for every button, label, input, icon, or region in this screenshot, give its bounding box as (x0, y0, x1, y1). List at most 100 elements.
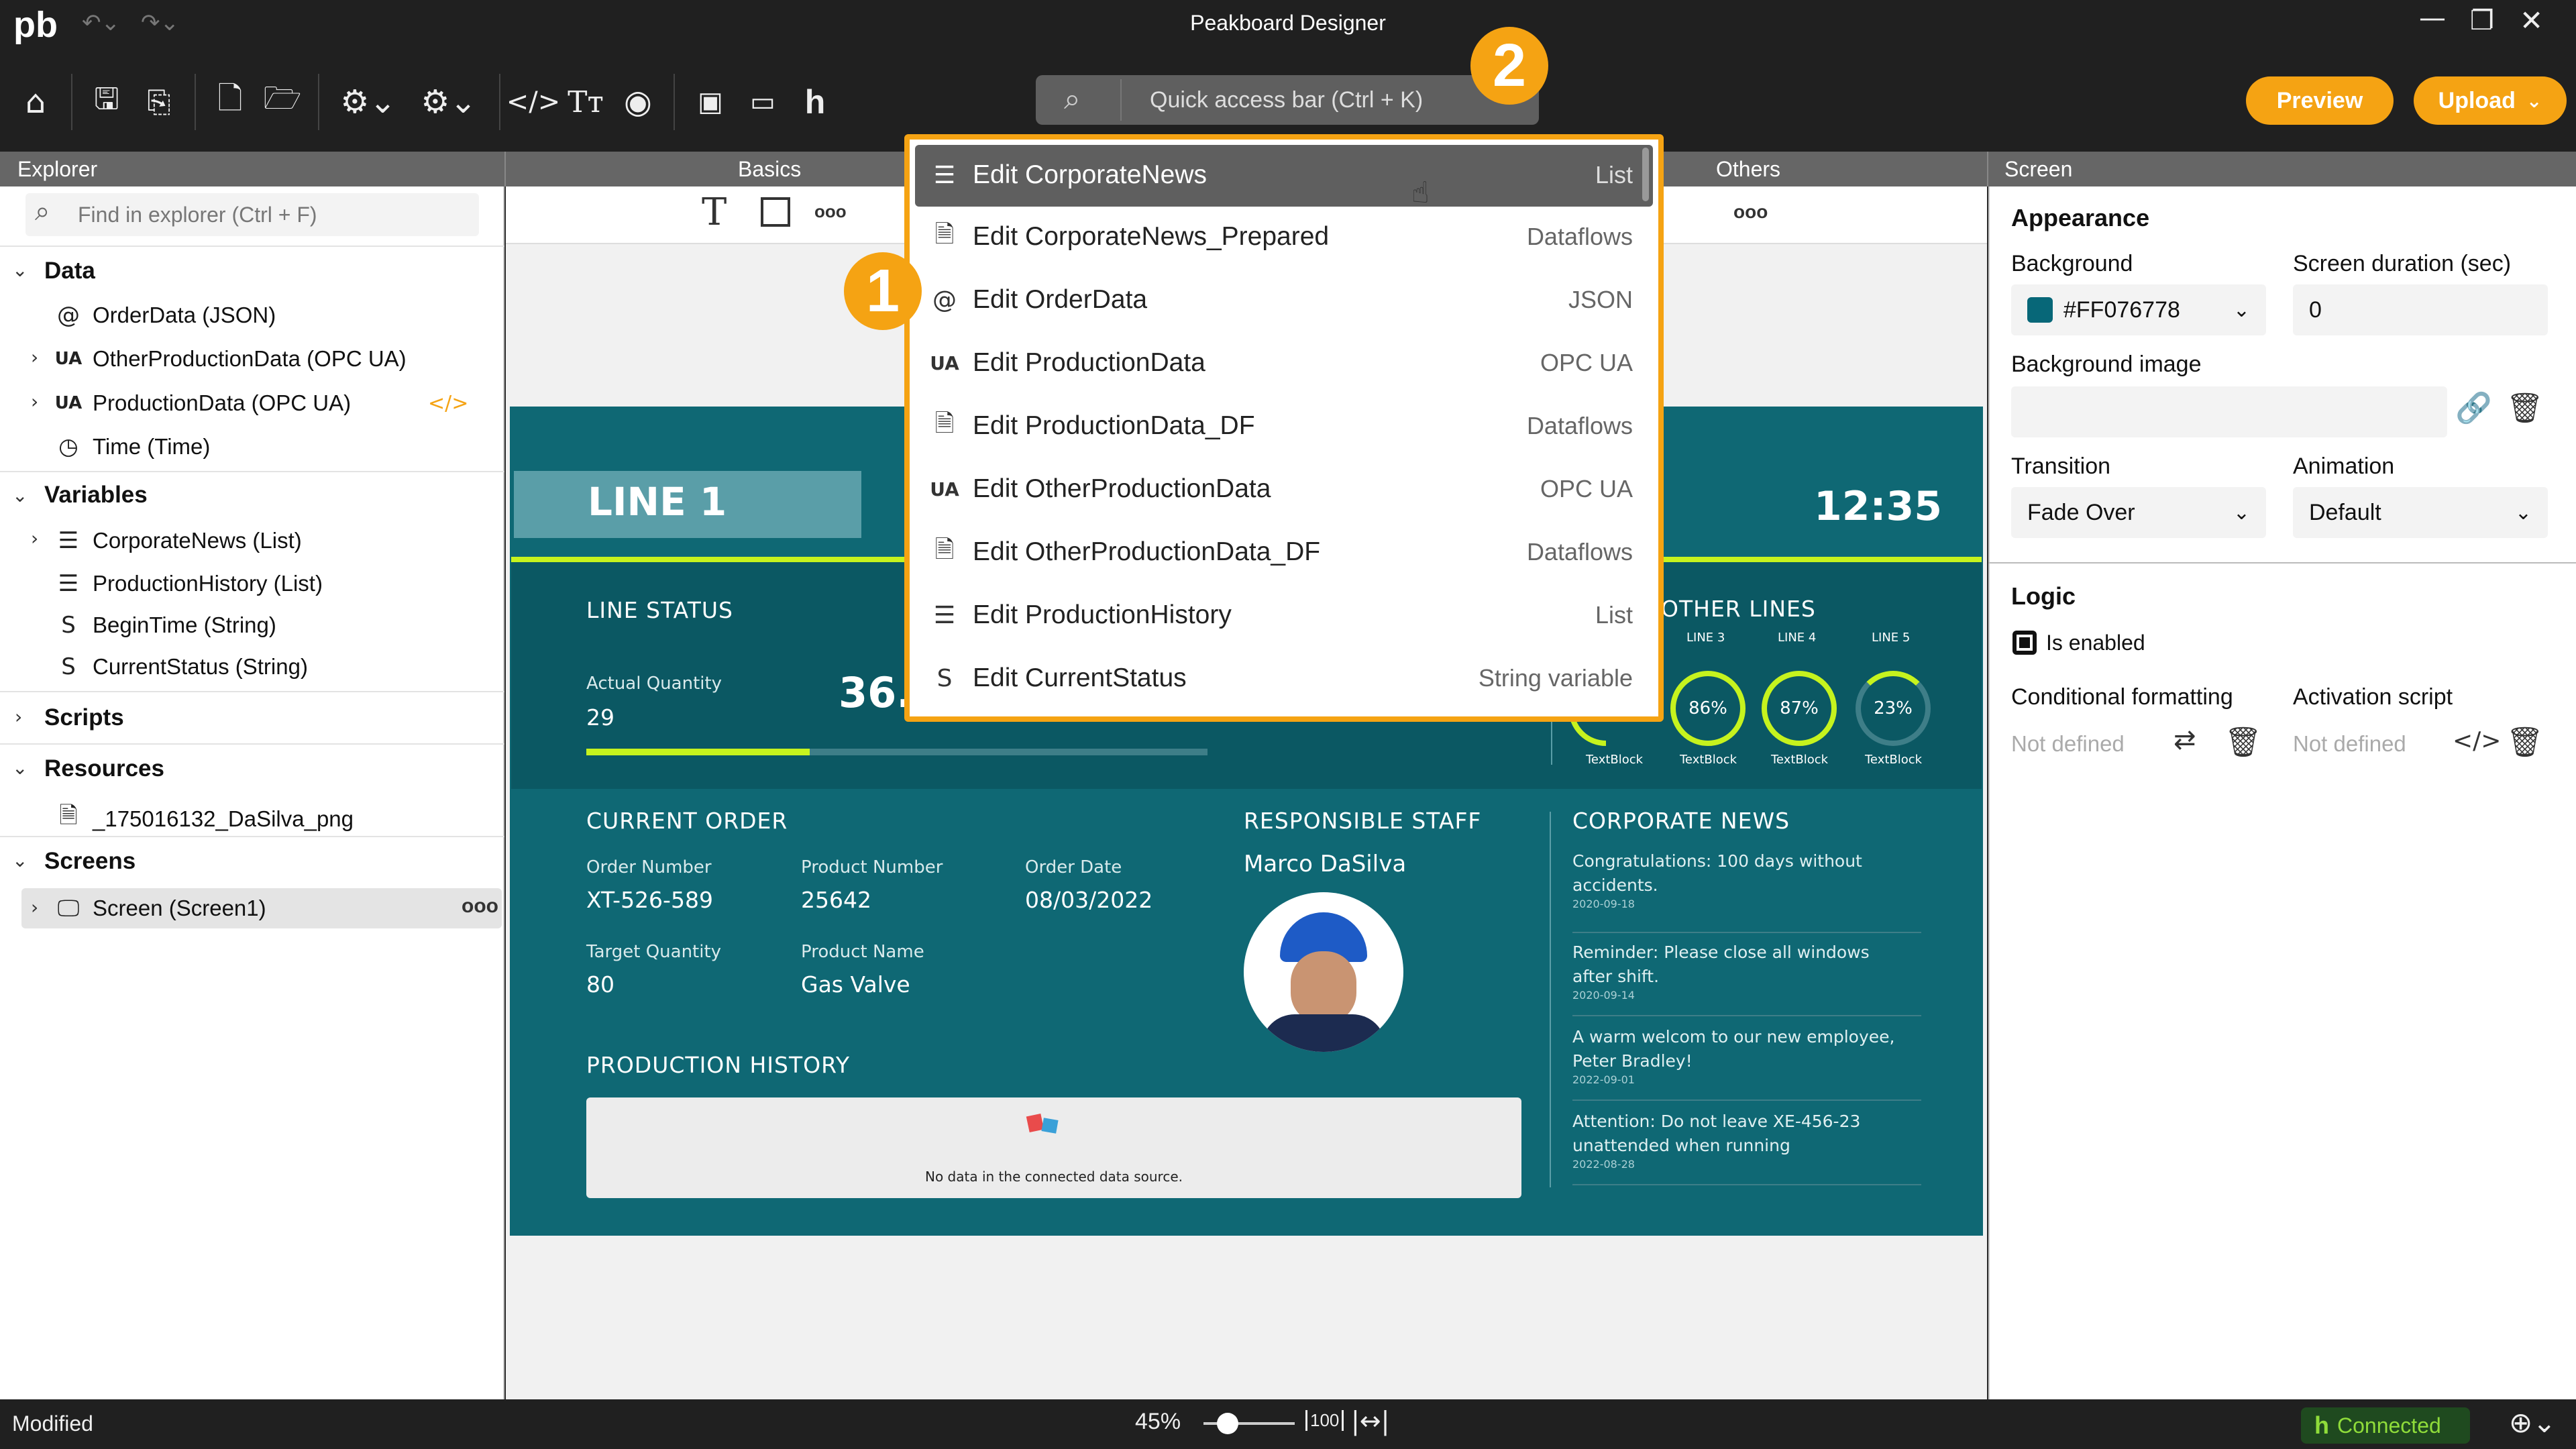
duration-input[interactable]: 0 (2293, 284, 2548, 335)
save-as-icon[interactable]: ⎘ (136, 83, 182, 121)
popup-item[interactable]: UA Edit ProductionData OPC UA (910, 334, 1648, 392)
opcua-icon: UA (930, 478, 959, 500)
chevron-down-icon[interactable]: ⌄ (12, 849, 28, 871)
data-item[interactable]: ◷ Time (Time) (54, 433, 210, 460)
bgimage-input[interactable] (2011, 386, 2447, 437)
trash-icon[interactable]: 🗑 (2506, 390, 2544, 425)
edge-icon[interactable]: ▭ (739, 83, 786, 121)
gauge-partial-caption: TextBlock (1586, 753, 1644, 767)
news-item: A warm welcom to our new employee, Peter… (1572, 1025, 1921, 1101)
link-icon[interactable]: 🔗 (2455, 390, 2492, 425)
more-others-icon[interactable]: ooo (1733, 201, 1768, 223)
enabled-label: Is enabled (2046, 631, 2145, 655)
resources-section-label: Resources (44, 755, 164, 782)
chevron-down-icon[interactable]: ⌄ (12, 484, 28, 506)
zoom-100-icon[interactable]: 100 (1305, 1410, 1344, 1431)
gauge-caption: TextBlock (1680, 753, 1737, 767)
device-icon[interactable]: ▣ (687, 83, 734, 121)
resources-section[interactable]: Resources (44, 755, 164, 782)
open-folder-icon[interactable]: 🗁 (259, 80, 306, 121)
screens-section[interactable]: Screens (44, 848, 136, 875)
chevron-right-icon[interactable]: › (31, 390, 38, 413)
resource-item[interactable]: 🗎 _175016132_DaSilva_png (54, 800, 354, 838)
divider (0, 691, 504, 692)
script-attached-icon[interactable]: </> (428, 392, 468, 415)
data-section[interactable]: Data (44, 258, 95, 284)
hub-icon[interactable]: h (792, 83, 839, 121)
upload-label: Upload (2438, 87, 2516, 113)
connection-status[interactable]: h Connected (2301, 1407, 2470, 1444)
restore-icon[interactable]: ❐ (2470, 5, 2494, 36)
chevron-down-icon[interactable]: ⌄ (12, 757, 28, 779)
more-controls-icon[interactable]: ooo (814, 201, 847, 222)
chevron-right-icon[interactable]: › (31, 896, 38, 918)
text-style-icon[interactable]: Tт (562, 83, 609, 121)
trash-icon[interactable]: 🗑 (2224, 724, 2262, 759)
transition-dropdown[interactable]: Fade Over ⌄ (2011, 487, 2266, 538)
chevron-right-icon[interactable]: › (31, 527, 38, 549)
palette-icon[interactable]: ◉ (614, 83, 661, 121)
screen-item[interactable]: 🖵 Screen (Screen1) (54, 895, 266, 922)
news-date: 2022-08-28 (1572, 1158, 1635, 1171)
variables-section[interactable]: Variables (44, 482, 148, 508)
script-icon[interactable]: </> (506, 83, 561, 121)
data-item[interactable]: UA ProductionData (OPC UA) (54, 390, 351, 416)
popup-item[interactable]: 🗎 Edit OtherProductionData_DF Dataflows (910, 523, 1648, 581)
chevron-down-icon: ⌄ (2233, 298, 2250, 322)
data-item[interactable]: @ OrderData (JSON) (54, 302, 276, 329)
variable-item[interactable]: S BeginTime (String) (54, 612, 276, 639)
explorer-search-placeholder: Find in explorer (Ctrl + F) (78, 203, 317, 227)
popup-item-name: Edit CorporateNews (973, 160, 1207, 189)
scripts-section[interactable]: Scripts (44, 704, 124, 731)
data-item-label: ProductionData (OPC UA) (93, 390, 352, 415)
script-icon[interactable]: </> (2453, 727, 2501, 755)
order-number-value: XT-526-589 (586, 887, 713, 913)
text-control-icon[interactable]: T (702, 191, 727, 234)
chevron-right-icon[interactable]: › (15, 706, 22, 728)
close-icon[interactable]: ✕ (2520, 4, 2543, 37)
divider (0, 246, 504, 247)
callout-badge-2: 2 (1470, 27, 1548, 105)
more-icon[interactable]: ooo (462, 895, 498, 918)
home-icon[interactable]: ⌂ (12, 83, 59, 121)
rectangle-control-icon[interactable] (761, 197, 790, 227)
language-globe-icon[interactable]: ⊕⌄ (2509, 1406, 2556, 1439)
current-order-title: CURRENT ORDER (586, 808, 788, 834)
popup-item[interactable]: UA Edit OtherProductionData OPC UA (910, 460, 1648, 518)
trash-icon[interactable]: 🗑 (2506, 724, 2544, 759)
news-list: Congratulations: 100 days without accide… (1572, 849, 1921, 1185)
new-file-icon[interactable]: 🗋 (207, 80, 254, 121)
logic-title: Logic (2011, 582, 2076, 610)
chevron-right-icon[interactable]: › (31, 346, 38, 368)
settings-icon[interactable]: ⚙⌄ (331, 83, 405, 121)
variable-item[interactable]: ☰ ProductionHistory (List) (54, 570, 323, 597)
data-item[interactable]: UA OtherProductionData (OPC UA) (54, 346, 407, 372)
popup-item[interactable]: 🗎 Edit CorporateNews_Prepared Dataflows (910, 208, 1648, 266)
upload-button[interactable]: Upload ⌄ (2414, 76, 2567, 125)
variable-item[interactable]: ☰ CorporateNews (List) (54, 527, 302, 554)
project-settings-icon[interactable]: ⚙⌄ (412, 83, 486, 121)
save-icon[interactable]: 🖫 (83, 82, 130, 121)
news-text: Attention: Do not leave XE-456-23 unatte… (1572, 1112, 1861, 1155)
chevron-down-icon: ⌄ (2526, 89, 2542, 112)
popup-item[interactable]: ☰ Edit CorporateNews List (910, 146, 1648, 204)
preview-button[interactable]: Preview (2246, 76, 2394, 125)
opcua-icon: UA (54, 393, 83, 413)
background-color-dropdown[interactable]: #FF076778 ⌄ (2011, 284, 2266, 335)
popup-item[interactable]: ☰ Edit ProductionHistory List (910, 586, 1648, 644)
list-icon: ☰ (933, 161, 956, 189)
variable-item[interactable]: S CurrentStatus (String) (54, 653, 308, 680)
list-icon: ☰ (58, 570, 79, 597)
fit-width-icon[interactable]: |↔| (1351, 1406, 1389, 1436)
popup-item[interactable]: S Edit CurrentStatus String variable (910, 649, 1648, 707)
staff-title: RESPONSIBLE STAFF (1244, 808, 1482, 834)
chevron-down-icon[interactable]: ⌄ (12, 259, 28, 281)
target-qty-value: 80 (586, 971, 614, 998)
animation-dropdown[interactable]: Default ⌄ (2293, 487, 2548, 538)
popup-item[interactable]: 🗎 Edit ProductionData_DF Dataflows (910, 397, 1648, 455)
edit-formatting-icon[interactable]: ⇄ (2174, 724, 2196, 755)
document-icon: 🗎 (934, 220, 955, 248)
enabled-checkbox[interactable] (2012, 631, 2037, 655)
minimize-icon[interactable]: — (2419, 3, 2446, 34)
popup-item[interactable]: @ Edit OrderData JSON (910, 271, 1648, 329)
